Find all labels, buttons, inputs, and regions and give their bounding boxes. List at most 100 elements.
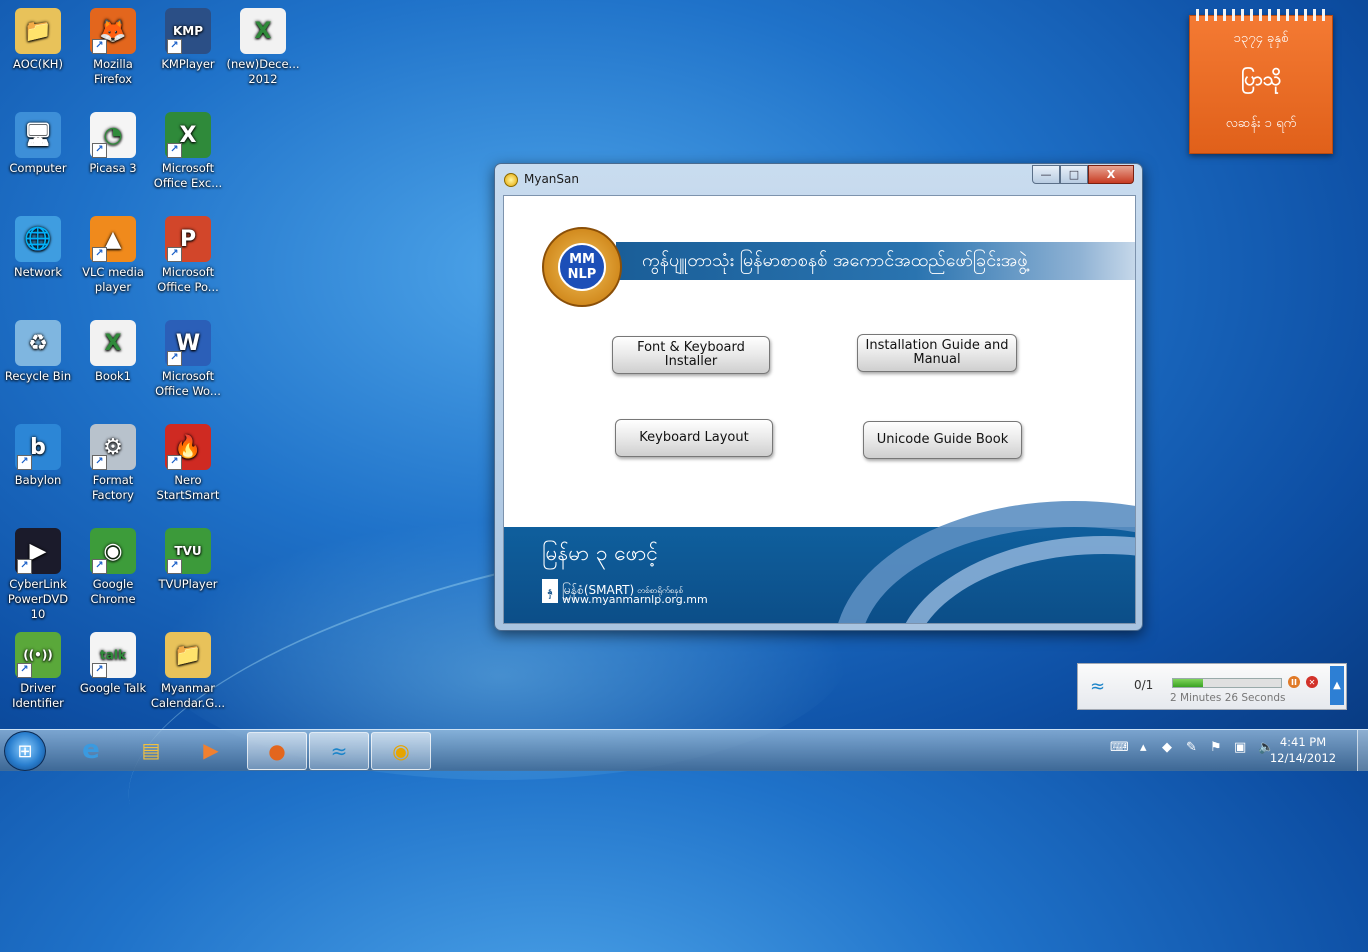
installation-guide-button[interactable]: Installation Guide and Manual [857, 334, 1017, 372]
minimize-button[interactable]: — [1032, 165, 1060, 184]
recycle-bin-icon: ♻ [15, 320, 61, 366]
desktop-icon-label: AOC(KH) [13, 57, 63, 71]
desktop-icon[interactable]: ▲ ↗ VLC media player [75, 216, 151, 295]
calendar-year: ၁၃၇၄ ခုနှစ် [1233, 31, 1289, 46]
desktop-icon[interactable]: ⚙ ↗ Format Factory [75, 424, 151, 503]
desktop-icon[interactable]: 🦊 ↗ Mozilla Firefox [75, 8, 151, 87]
word-icon: W ↗ [165, 320, 211, 366]
show-hidden-icons-icon[interactable]: ▴ [1140, 740, 1147, 755]
file-explorer-icon[interactable]: ▤ [122, 732, 180, 768]
desktop-icon[interactable]: ((•)) ↗ Driver Identifier [0, 632, 76, 711]
desktop-icon-label: Babylon [14, 473, 62, 487]
font-keyboard-installer-button[interactable]: Font & Keyboard Installer [612, 336, 770, 374]
calendar-month: ပြာသို [1240, 68, 1282, 90]
shortcut-arrow-icon: ↗ [92, 663, 107, 678]
internet-explorer-icon[interactable]: e [62, 732, 120, 768]
shortcut-arrow-icon: ↗ [167, 247, 182, 262]
calendar-gadget[interactable]: ၁၃၇၄ ခုနှစ် ပြာသို လဆန်း ၁ ရက် [1189, 9, 1333, 154]
desktop-icon[interactable]: talk ↗ Google Talk [75, 632, 151, 696]
desktop-icon-label: Driver Identifier [12, 681, 64, 710]
app-tray-icon[interactable]: ◆ [1162, 740, 1172, 755]
desktop-icon-label: Google Talk [79, 681, 147, 695]
desktop-icon-label: Nero StartSmart [156, 473, 220, 502]
media-player-icon[interactable]: ▶ [182, 732, 240, 768]
firefox-taskbar-icon[interactable]: ● [247, 732, 307, 770]
desktop-icon[interactable]: b ↗ Babylon [0, 424, 76, 488]
keyboard-tray-icon[interactable]: ⌨ [1110, 740, 1129, 755]
shortcut-arrow-icon: ↗ [167, 351, 182, 366]
footer-title: မြန်မာ ၃ ဖောင့် [542, 541, 658, 565]
nero-icon: 🔥 ↗ [165, 424, 211, 470]
desktop-icon-label: CyberLink PowerDVD 10 [7, 577, 69, 621]
desktop-icon[interactable]: X Book1 [75, 320, 151, 384]
google-talk-icon: talk ↗ [90, 632, 136, 678]
desktop-icon-label: Microsoft Office Wo... [155, 369, 221, 398]
babylon-taskbar-icon[interactable]: ≈ [309, 732, 369, 770]
maximize-button[interactable]: □ [1060, 165, 1088, 184]
desktop-icon-label: (new)Dece... 2012 [226, 57, 300, 86]
keyboard-layout-button[interactable]: Keyboard Layout [615, 419, 773, 457]
desktop-icon[interactable]: 🌐 Network [0, 216, 76, 280]
kmplayer-icon: KMP ↗ [165, 8, 211, 54]
shortcut-arrow-icon: ↗ [17, 455, 32, 470]
cancel-icon[interactable]: ✕ [1306, 676, 1318, 688]
download-time-left: 2 Minutes 26 Seconds [1170, 692, 1286, 704]
app-icon [504, 173, 518, 187]
shortcut-arrow-icon: ↗ [92, 143, 107, 158]
desktop-icon[interactable]: 📁 AOC(KH) [0, 8, 76, 72]
firefox-icon: 🦊 ↗ [90, 8, 136, 54]
myansan-taskbar-icon[interactable]: ◉ [371, 732, 431, 770]
desktop-icon[interactable]: ◉ ↗ Google Chrome [75, 528, 151, 607]
window-client: ကွန်ပျူတာသုံး မြန်မာစာစနစ် အကောင်အထည်ဖော… [503, 195, 1136, 624]
desktop-icon[interactable]: X (new)Dece... 2012 [225, 8, 301, 87]
desktop-icon[interactable]: KMP ↗ KMPlayer [150, 8, 226, 72]
clock[interactable]: 4:41 PM 12/14/2012 [1258, 734, 1348, 766]
network-tray-icon[interactable]: ▣ [1234, 740, 1246, 755]
shortcut-arrow-icon: ↗ [167, 143, 182, 158]
download-progress-bar [1172, 678, 1282, 688]
vlc-icon: ▲ ↗ [90, 216, 136, 262]
start-button[interactable]: ⊞ [4, 731, 46, 771]
desktop-icon-label: Myanmar Calendar.G... [150, 681, 226, 710]
desktop-icon[interactable]: 🔥 ↗ Nero StartSmart [150, 424, 226, 503]
download-count: 0/1 [1134, 678, 1154, 692]
shortcut-arrow-icon: ↗ [92, 247, 107, 262]
banner: ကွန်ပျူတာသုံး မြန်မာစာစနစ် အကောင်အထည်ဖော… [616, 242, 1135, 280]
myansan-window[interactable]: MyanSan — □ X ကွန်ပျူတာသုံး မြန်မာစာစနစ်… [494, 163, 1143, 631]
desktop-icon-label: Recycle Bin [4, 369, 72, 383]
powerdvd-icon: ▶ ↗ [15, 528, 61, 574]
desktop-icon-label: Microsoft Office Exc... [153, 161, 223, 190]
unicode-guide-button[interactable]: Unicode Guide Book [863, 421, 1022, 459]
desktop-icon-label: VLC media player [82, 265, 144, 294]
tool-tray-icon[interactable]: ✎ [1186, 740, 1197, 755]
show-desktop-button[interactable] [1357, 730, 1368, 771]
shortcut-arrow-icon: ↗ [167, 455, 182, 470]
desktop-icon-label: Picasa 3 [89, 161, 137, 175]
window-titlebar[interactable]: MyanSan — □ X [495, 164, 1142, 194]
logo-mm: MM [569, 252, 595, 267]
desktop-icon[interactable]: ♻ Recycle Bin [0, 320, 76, 384]
picasa-icon: ◔ ↗ [90, 112, 136, 158]
desktop-icon[interactable]: 📁 Myanmar Calendar.G... [150, 632, 226, 711]
desktop-icon[interactable]: W ↗ Microsoft Office Wo... [150, 320, 226, 399]
desktop-icon[interactable]: ▶ ↗ CyberLink PowerDVD 10 [0, 528, 76, 622]
desktop-icon[interactable]: P ↗ Microsoft Office Po... [150, 216, 226, 295]
network-icon: 🌐 [15, 216, 61, 262]
desktop-icon[interactable]: TVU ↗ TVUPlayer [150, 528, 226, 592]
pause-icon[interactable]: II [1288, 676, 1300, 688]
powerpoint-icon: P ↗ [165, 216, 211, 262]
download-notifier[interactable]: ≈ 0/1 2 Minutes 26 Seconds II ✕ ▲ [1077, 663, 1347, 710]
shortcut-arrow-icon: ↗ [167, 39, 182, 54]
desktop-icon[interactable]: X ↗ Microsoft Office Exc... [150, 112, 226, 191]
expand-icon[interactable]: ▲ [1330, 666, 1344, 705]
desktop-icon[interactable]: ◔ ↗ Picasa 3 [75, 112, 151, 176]
taskbar: ⊞ e ▤ ▶ ● ≈ ◉ ⌨ ▴ ◆ ✎ ⚑ ▣ 🔈 4:41 PM 12/1… [0, 729, 1368, 771]
action-center-flag-icon[interactable]: ⚑ [1210, 740, 1222, 755]
babylon-icon: b ↗ [15, 424, 61, 470]
desktop-icon[interactable]: 🖥 Computer [0, 112, 76, 176]
folder-user-icon: 📁 [15, 8, 61, 54]
desktop-icon-label: Mozilla Firefox [93, 57, 133, 86]
desktop-icon-label: TVUPlayer [158, 577, 218, 591]
babylon-swirl-icon: ≈ [1090, 676, 1106, 697]
close-button[interactable]: X [1088, 165, 1134, 184]
